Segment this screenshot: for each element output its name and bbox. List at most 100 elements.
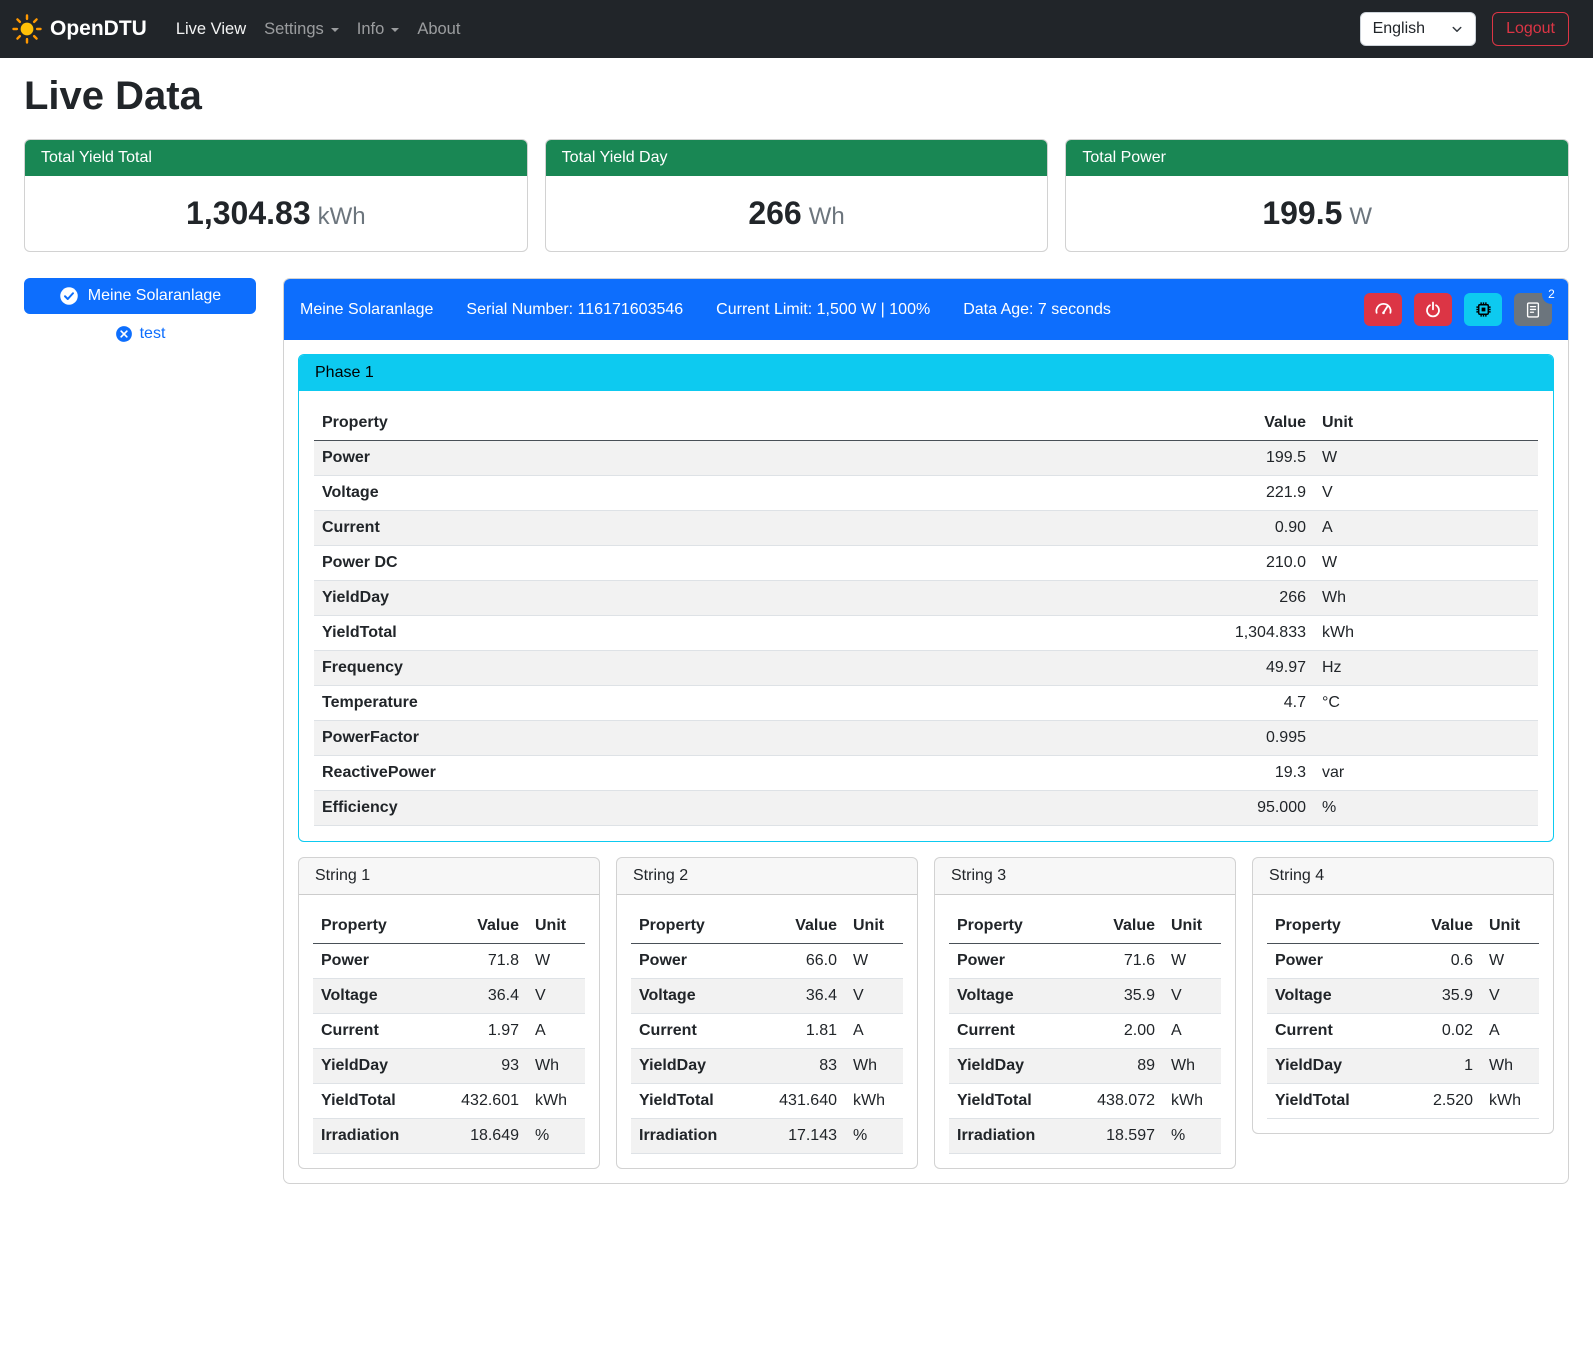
value-header: Value (1071, 909, 1163, 944)
power-icon (1424, 301, 1442, 319)
value-cell: 0.6 (1389, 944, 1481, 979)
table-row: YieldTotal432.601kWh (313, 1084, 585, 1119)
phase-card-body: Property Value Unit Power199.5WVoltage22… (299, 391, 1553, 841)
property-cell: Irradiation (313, 1119, 435, 1154)
value-header: Value (1389, 909, 1481, 944)
property-cell: Voltage (313, 979, 435, 1014)
property-cell: YieldTotal (1267, 1084, 1389, 1119)
inverter-name: Meine Solaranlage (300, 301, 433, 319)
nav-settings-label: Settings (264, 20, 324, 39)
language-select[interactable]: English (1360, 12, 1476, 46)
property-cell: Frequency (314, 651, 1174, 686)
table-row: Voltage35.9V (949, 979, 1221, 1014)
string-table: Property Value Unit Power71.8WVoltage36.… (313, 909, 585, 1154)
value-cell: 1 (1389, 1049, 1481, 1084)
property-cell: YieldDay (631, 1049, 753, 1084)
table-row: Power199.5W (314, 441, 1538, 476)
sidebar-item-test[interactable]: test (24, 325, 256, 343)
value-cell: 35.9 (1071, 979, 1163, 1014)
unit-cell: Wh (1481, 1049, 1539, 1084)
table-row: Efficiency95.000% (314, 791, 1538, 826)
phase-card-title: Phase 1 (299, 355, 1553, 391)
brand[interactable]: OpenDTU (12, 14, 147, 44)
logout-button[interactable]: Logout (1492, 12, 1569, 46)
value-cell: 35.9 (1389, 979, 1481, 1014)
device-info-button[interactable] (1464, 293, 1502, 326)
property-header: Property (1267, 909, 1389, 944)
string-table-body: Power0.6WVoltage35.9VCurrent0.02AYieldDa… (1267, 944, 1539, 1119)
table-row: Current0.90A (314, 511, 1538, 546)
table-header-row: Property Value Unit (1267, 909, 1539, 944)
unit-header: Unit (1163, 909, 1221, 944)
property-cell: YieldTotal (314, 616, 1174, 651)
journal-list-icon (1524, 301, 1542, 319)
table-row: Power71.6W (949, 944, 1221, 979)
value-cell: 49.97 (1174, 651, 1314, 686)
property-cell: YieldDay (949, 1049, 1071, 1084)
property-cell: Power (949, 944, 1071, 979)
table-row: Irradiation17.143% (631, 1119, 903, 1154)
navbar: OpenDTU Live View Settings Info About En… (0, 0, 1593, 58)
inverter-card: Meine Solaranlage Serial Number: 1161716… (283, 278, 1569, 1184)
property-cell: YieldTotal (313, 1084, 435, 1119)
value-header: Value (1174, 406, 1314, 441)
value-cell: 66.0 (753, 944, 845, 979)
value-cell: 0.90 (1174, 511, 1314, 546)
string-table-body: Power71.6WVoltage35.9VCurrent2.00AYieldD… (949, 944, 1221, 1154)
property-cell: Current (1267, 1014, 1389, 1049)
unit-cell: Wh (527, 1049, 585, 1084)
value-cell: 431.640 (753, 1084, 845, 1119)
unit-cell: % (1314, 791, 1538, 826)
string-card-body: Property Value Unit Power71.8WVoltage36.… (299, 895, 599, 1168)
inverter-select-button[interactable]: Meine Solaranlage (24, 278, 256, 314)
value-cell: 266 (1174, 581, 1314, 616)
unit-cell: % (845, 1119, 903, 1154)
nav-links: Live View Settings Info About (167, 12, 470, 47)
table-row: YieldDay1Wh (1267, 1049, 1539, 1084)
nav-info[interactable]: Info (348, 12, 409, 47)
unit-cell: W (1163, 944, 1221, 979)
unit-cell (1314, 721, 1538, 756)
string-table: Property Value Unit Power71.6WVoltage35.… (949, 909, 1221, 1154)
page-title: Live Data (24, 74, 1569, 119)
string-card-body: Property Value Unit Power66.0WVoltage36.… (617, 895, 917, 1168)
unit-cell: Wh (845, 1049, 903, 1084)
string-card-title: String 3 (935, 858, 1235, 895)
table-row: YieldTotal2.520kWh (1267, 1084, 1539, 1119)
table-header-row: Property Value Unit (314, 406, 1538, 441)
summary-card-title: Total Yield Total (25, 140, 527, 176)
value-cell: 221.9 (1174, 476, 1314, 511)
property-cell: Power (313, 944, 435, 979)
value-cell: 2.520 (1389, 1084, 1481, 1119)
property-cell: Current (949, 1014, 1071, 1049)
nav-settings[interactable]: Settings (255, 12, 348, 47)
property-cell: Current (631, 1014, 753, 1049)
property-cell: YieldDay (1267, 1049, 1389, 1084)
events-count-badge: 2 (1542, 285, 1561, 304)
table-row: YieldDay266Wh (314, 581, 1538, 616)
unit-cell: Hz (1314, 651, 1538, 686)
table-row: Irradiation18.649% (313, 1119, 585, 1154)
table-row: YieldTotal431.640kWh (631, 1084, 903, 1119)
string-card-body: Property Value Unit Power0.6WVoltage35.9… (1253, 895, 1553, 1133)
summary-card-total-yield-total: Total Yield Total 1,304.83kWh (24, 139, 528, 252)
property-header: Property (949, 909, 1071, 944)
unit-cell: kWh (1163, 1084, 1221, 1119)
power-button[interactable] (1414, 293, 1452, 326)
nav-live-view[interactable]: Live View (167, 12, 255, 47)
limit-settings-button[interactable] (1364, 293, 1402, 326)
unit-cell: A (1163, 1014, 1221, 1049)
event-log-button[interactable]: 2 (1514, 293, 1552, 326)
property-cell: Efficiency (314, 791, 1174, 826)
phase-table-head: Property Value Unit (314, 406, 1538, 441)
table-row: Temperature4.7°C (314, 686, 1538, 721)
table-row: YieldTotal438.072kWh (949, 1084, 1221, 1119)
table-row: Power0.6W (1267, 944, 1539, 979)
nav-about[interactable]: About (408, 12, 469, 47)
nav-live-view-label: Live View (176, 20, 246, 39)
string-table-head: Property Value Unit (949, 909, 1221, 944)
gauge-icon (1374, 300, 1393, 319)
summary-row: Total Yield Total 1,304.83kWh Total Yiel… (24, 139, 1569, 252)
unit-cell: kWh (1314, 616, 1538, 651)
string-card: String 2 Property Value Unit Power66.0WV… (616, 857, 918, 1169)
